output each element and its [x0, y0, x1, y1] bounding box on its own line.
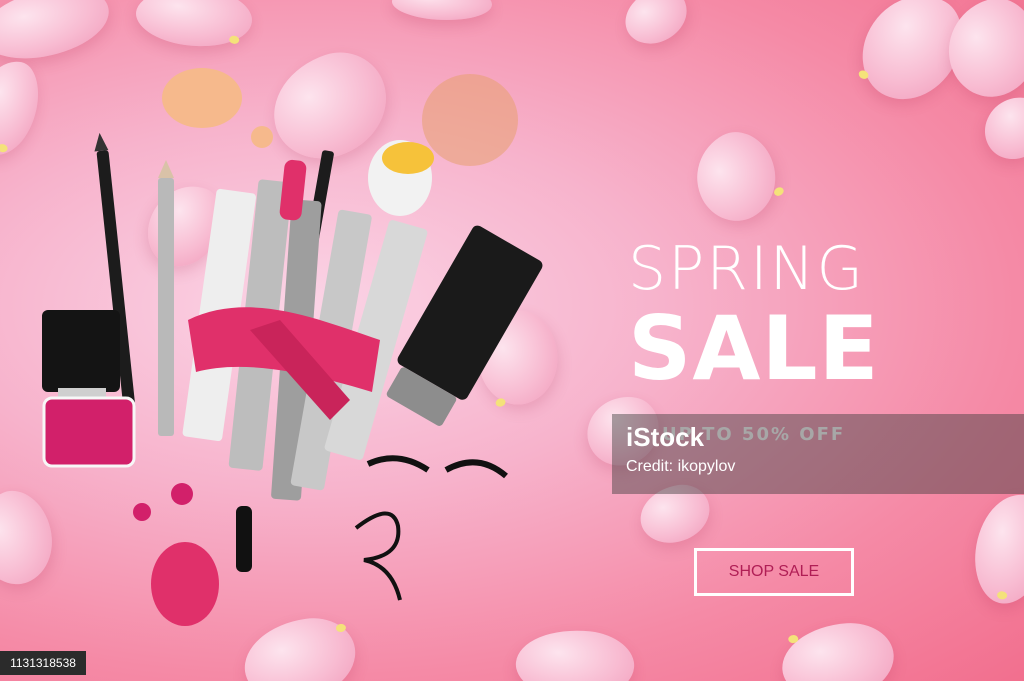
headline: SPRING SALE	[628, 236, 928, 396]
petal	[970, 490, 1024, 608]
powder-splash	[422, 74, 518, 166]
makeup-sponge	[151, 542, 219, 626]
petal	[617, 0, 695, 52]
false-eyelash	[444, 459, 508, 479]
watermark-logo: iStock	[626, 422, 705, 452]
petal	[779, 620, 897, 681]
eye-pencil-silver	[158, 160, 174, 436]
mascara-brush	[236, 506, 252, 572]
headline-spring: SPRING	[628, 234, 866, 304]
polish-drop	[171, 483, 193, 505]
false-eyelash	[366, 455, 430, 473]
banner: SPRING SALE UP TO 50% OFF iStock Credit:…	[0, 0, 1024, 681]
shop-sale-button[interactable]: SHOP SALE	[694, 548, 854, 596]
watermark-credit: Credit: ikopylov	[626, 458, 736, 475]
petal	[977, 88, 1024, 168]
cosmetics-illustration	[42, 68, 543, 626]
foundation-drop	[162, 68, 242, 128]
polish-drop	[133, 503, 151, 521]
petal	[680, 120, 792, 234]
watermark: iStock Credit: ikopylov	[612, 414, 1024, 494]
headline-sale: SALE	[628, 297, 880, 400]
stock-id-label: 1131318538	[0, 651, 86, 675]
eyeliner-stroke	[354, 511, 402, 601]
foundation-drop	[251, 126, 273, 148]
